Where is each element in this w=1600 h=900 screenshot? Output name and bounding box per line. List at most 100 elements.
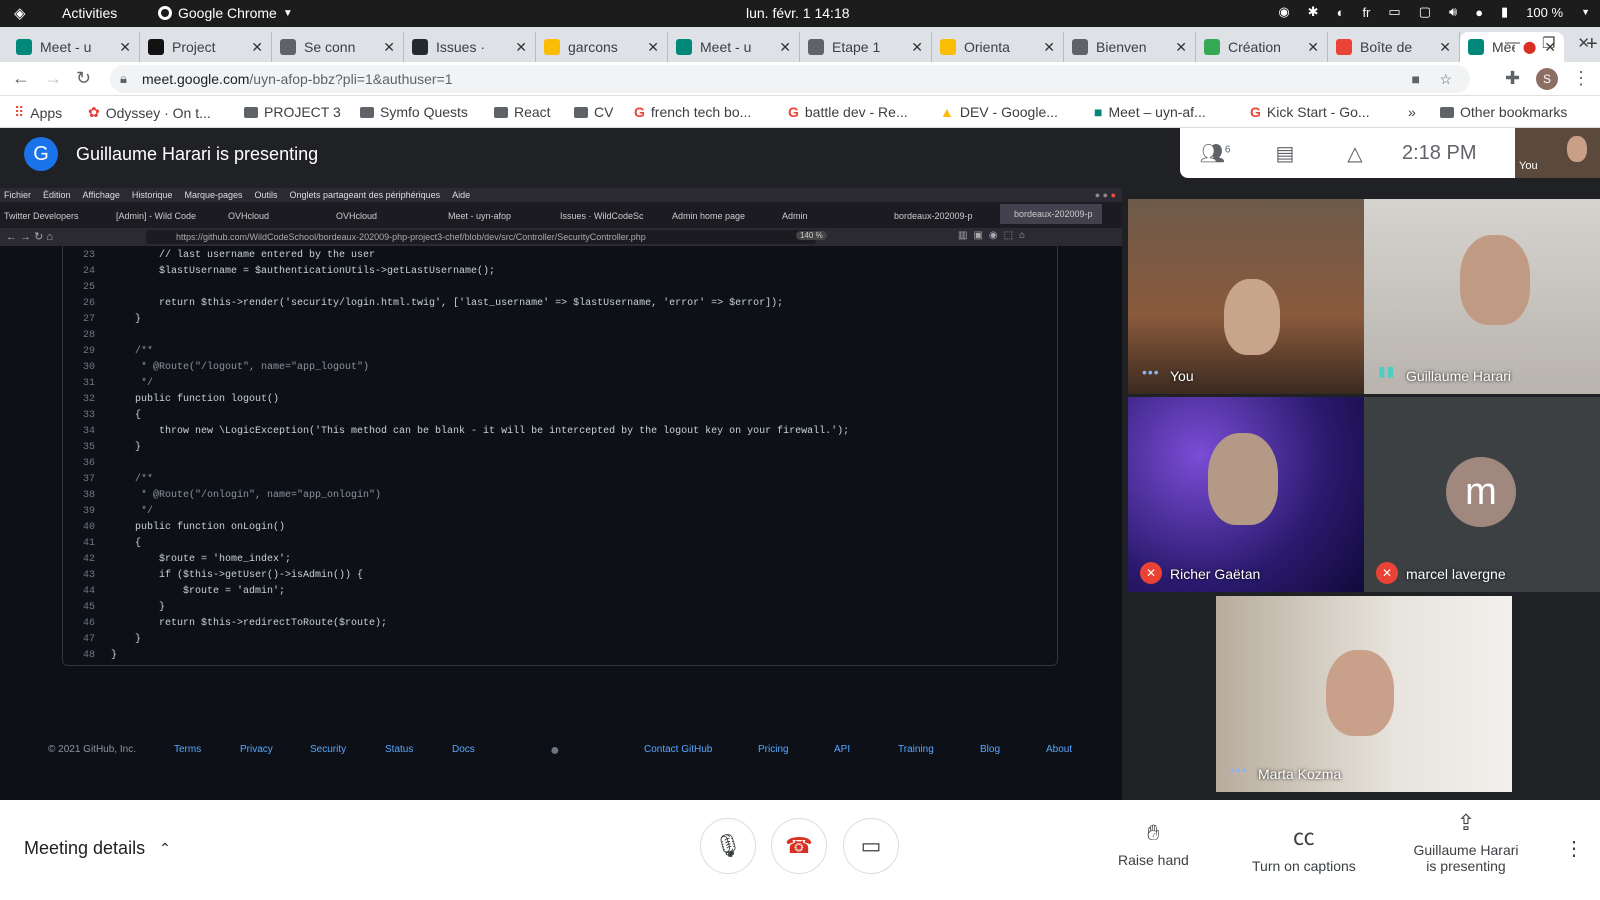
bookmark-folder[interactable]: Symfo Quests: [360, 104, 468, 120]
self-view-thumbnail[interactable]: You: [1515, 128, 1600, 178]
slack-icon[interactable]: ✱: [1308, 4, 1319, 20]
github-footer: © 2021 GitHub, Inc. Terms Privacy Securi…: [0, 742, 1122, 764]
code-line: 24 $lastUsername = $authenticationUtils-…: [63, 264, 1059, 280]
footer-link: Blog: [980, 744, 1001, 755]
microphone-toggle-button[interactable]: 🎙︎: [700, 818, 756, 874]
ubuntu-logo-icon[interactable]: ◈: [14, 4, 26, 22]
line-number: 44: [82, 586, 95, 597]
close-icon[interactable]: ✕: [119, 39, 131, 56]
display-icon[interactable]: ▭: [1388, 4, 1400, 20]
chevron-down-icon[interactable]: ▼: [1581, 7, 1590, 17]
browser-tab[interactable]: Orienta ✕: [932, 32, 1064, 62]
browser-tab[interactable]: Se conn ✕: [272, 32, 404, 62]
close-icon[interactable]: ✕: [1175, 39, 1187, 56]
volume-icon[interactable]: 🔊︎: [1449, 4, 1457, 20]
self-view-face: [1567, 136, 1587, 162]
footer-link: Status: [385, 744, 414, 755]
code-line: 35 }: [63, 440, 1059, 456]
bookmark-folder[interactable]: React: [494, 104, 551, 120]
back-icon[interactable]: ←: [12, 68, 30, 89]
address-bar[interactable]: 🔒︎ meet.google.com/uyn-afop-bbz?pli=1&au…: [110, 65, 1470, 93]
participant-tile[interactable]: ▮▮ Guillaume Harari: [1364, 199, 1600, 394]
discord-icon[interactable]: ◐: [1337, 5, 1345, 20]
other-bookmarks[interactable]: Other bookmarks: [1440, 104, 1567, 120]
code-line: 28: [63, 328, 1059, 344]
bookmark-folder[interactable]: CV: [574, 104, 613, 120]
code-line: 30 * @Route("/logout", name="app_logout"…: [63, 360, 1059, 376]
lock-icon[interactable]: 🔒︎: [120, 71, 127, 87]
close-icon[interactable]: ✕: [1043, 39, 1055, 56]
microphone-icon[interactable]: ●: [1475, 5, 1483, 20]
close-icon[interactable]: ✕: [647, 39, 659, 56]
clock[interactable]: lun. févr. 1 14:18: [746, 5, 850, 21]
leave-call-button[interactable]: ☎︎: [771, 818, 827, 874]
close-icon[interactable]: ✕: [911, 39, 923, 56]
browser-tab[interactable]: Project ✕: [140, 32, 272, 62]
people-icon[interactable]: 👥︎6: [1180, 141, 1250, 166]
bookmark-item[interactable]: ■ Meet – uyn-af...: [1094, 104, 1206, 120]
close-icon[interactable]: ✕: [1307, 39, 1319, 56]
battery-icon[interactable]: ▮: [1501, 4, 1508, 20]
bookmark-item[interactable]: Gfrench tech bo...: [634, 104, 751, 120]
profile-avatar[interactable]: S: [1536, 68, 1558, 90]
bookmark-folder[interactable]: PROJECT 3: [244, 104, 341, 120]
participant-tile[interactable]: ••• You: [1128, 199, 1364, 394]
bookmark-apps[interactable]: ⠿ Apps: [14, 104, 62, 121]
captions-button[interactable]: ㏄ Turn on captions: [1252, 820, 1356, 874]
restore-icon[interactable]: ❐: [1542, 34, 1555, 52]
participant-tile[interactable]: ✕ Richer Gaëtan: [1128, 397, 1364, 592]
presenting-button[interactable]: ⇪ Guillaume Harari is presenting: [1410, 810, 1522, 874]
system-tray: ◉ ✱ ◐ fr ▭ ▢ 🔊︎ ● ▮ 100 % ▼: [1278, 4, 1590, 20]
bookmark-star-icon[interactable]: ☆: [1439, 71, 1452, 88]
browser-tab[interactable]: Meet - u ✕: [8, 32, 140, 62]
shared-window-buttons: ● ● ●: [1094, 190, 1116, 200]
bookmarks-overflow-button[interactable]: »: [1408, 104, 1416, 120]
camera-toggle-button[interactable]: ▭: [843, 818, 899, 874]
code-line: 43 if ($this->getUser()->isAdmin()) {: [63, 568, 1059, 584]
code-line: 36: [63, 456, 1059, 472]
close-window-icon[interactable]: ✕: [1577, 34, 1590, 52]
menu-kebab-icon[interactable]: ⋮: [1572, 68, 1590, 89]
speaking-indicator-icon: ▮▮: [1378, 363, 1396, 379]
close-icon[interactable]: ✕: [515, 39, 527, 56]
footer-link: Terms: [174, 744, 202, 755]
bookmark-item[interactable]: ✿ Odyssey · On t...: [88, 104, 211, 121]
extensions-icon[interactable]: ✚: [1505, 68, 1520, 89]
participant-tile[interactable]: ••• Marta Kozma: [1216, 596, 1512, 792]
bookmark-item[interactable]: Gbattle dev - Re...: [788, 104, 908, 120]
participant-tile[interactable]: m ✕ marcel lavergne: [1364, 397, 1600, 592]
tray-app-icon[interactable]: ◉: [1278, 4, 1289, 20]
window-controls: — ❐ ✕: [1505, 34, 1590, 52]
close-icon[interactable]: ✕: [251, 39, 263, 56]
more-options-icon[interactable]: ⋮: [1564, 836, 1584, 861]
chat-icon[interactable]: ▤: [1250, 141, 1320, 166]
code-text: }: [111, 314, 142, 325]
bookmark-item[interactable]: ▲ DEV - Google...: [940, 104, 1058, 120]
camera-icon[interactable]: ■: [1412, 71, 1420, 87]
meeting-details-button[interactable]: Meeting details ⌃: [24, 838, 171, 859]
minimize-icon[interactable]: —: [1505, 34, 1520, 52]
app-menu[interactable]: Google Chrome ▼: [158, 5, 293, 21]
close-icon[interactable]: ✕: [779, 39, 791, 56]
activities-shapes-icon[interactable]: △: [1320, 141, 1390, 166]
reload-icon[interactable]: ↻: [76, 68, 91, 89]
browser-tab[interactable]: Bienven ✕: [1064, 32, 1196, 62]
code-line: 34 throw new \LogicException('This metho…: [63, 424, 1059, 440]
activities-button[interactable]: Activities: [62, 5, 117, 21]
presentation-stream[interactable]: Fichier Édition Affichage Historique Mar…: [0, 188, 1122, 800]
browser-tab[interactable]: Etape 1 ✕: [800, 32, 932, 62]
window-icon[interactable]: ▢: [1419, 4, 1431, 20]
bookmark-item[interactable]: G Kick Start - Go...: [1250, 104, 1370, 120]
more-options-icon[interactable]: •••: [1230, 762, 1248, 778]
browser-tab[interactable]: Boîte de ✕: [1328, 32, 1460, 62]
more-options-icon[interactable]: •••: [1142, 364, 1160, 380]
close-icon[interactable]: ✕: [1439, 39, 1451, 56]
browser-tab[interactable]: Meet - u ✕: [668, 32, 800, 62]
browser-tab[interactable]: Issues · ✕: [404, 32, 536, 62]
raise-hand-button[interactable]: ✋︎ Raise hand: [1118, 820, 1189, 868]
forward-icon[interactable]: →: [44, 68, 62, 89]
browser-tab[interactable]: Création ✕: [1196, 32, 1328, 62]
close-icon[interactable]: ✕: [383, 39, 395, 56]
language-indicator[interactable]: fr: [1362, 5, 1370, 20]
browser-tab[interactable]: garcons ✕: [536, 32, 668, 62]
